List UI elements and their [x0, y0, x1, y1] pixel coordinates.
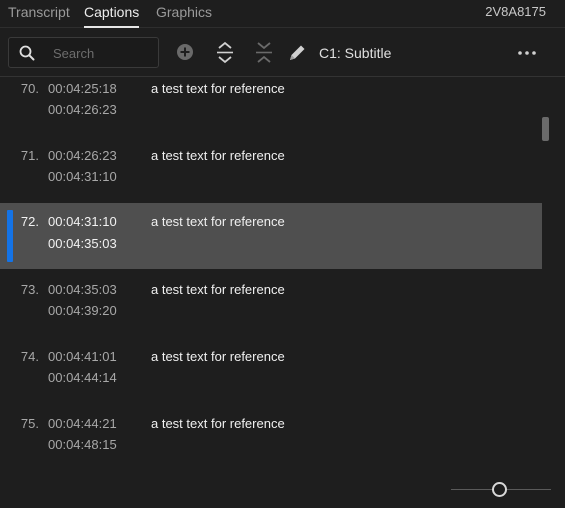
caption-row[interactable]: 74. 00:04:41:01 00:04:44:14 a test text …	[0, 345, 542, 411]
caption-number: 71.	[20, 148, 39, 163]
add-icon	[177, 44, 193, 60]
caption-row-selected[interactable]: 72. 00:04:31:10 00:04:35:03 a test text …	[0, 203, 542, 269]
zoom-slider[interactable]	[451, 482, 551, 498]
collapse-all-button[interactable]	[253, 41, 275, 65]
caption-row[interactable]: 75. 00:04:44:21 00:04:48:15 a test text …	[0, 412, 542, 469]
caption-text[interactable]: a test text for reference	[151, 282, 285, 297]
caption-track-label[interactable]: C1: Subtitle	[319, 45, 391, 61]
more-options-button[interactable]	[516, 41, 538, 65]
caption-row[interactable]: 70. 00:04:25:18 00:04:26:23 a test text …	[0, 77, 542, 143]
captions-toolbar: C1: Subtitle	[0, 29, 565, 77]
caption-text[interactable]: a test text for reference	[151, 416, 285, 431]
caption-text[interactable]: a test text for reference	[151, 148, 285, 163]
caption-in-time[interactable]: 00:04:31:10	[48, 214, 117, 229]
caption-row[interactable]: 73. 00:04:35:03 00:04:39:20 a test text …	[0, 278, 542, 344]
caption-in-time[interactable]: 00:04:26:23	[48, 148, 117, 163]
caption-text[interactable]: a test text for reference	[151, 214, 285, 229]
caption-number: 74.	[20, 349, 39, 364]
pencil-icon	[290, 45, 305, 60]
edit-caption-button[interactable]	[286, 41, 308, 65]
caption-number: 70.	[20, 81, 39, 96]
caption-number: 75.	[20, 416, 39, 431]
panel-tabs: Transcript Captions Graphics 2V8A8175	[0, 0, 565, 28]
selection-indicator	[7, 210, 13, 262]
zoom-slider-handle[interactable]	[492, 482, 507, 497]
search-box[interactable]	[8, 37, 159, 68]
more-icon	[518, 51, 536, 55]
expand-icon	[217, 41, 233, 64]
caption-in-time[interactable]: 00:04:35:03	[48, 282, 117, 297]
caption-text[interactable]: a test text for reference	[151, 81, 285, 96]
caption-row[interactable]: 71. 00:04:26:23 00:04:31:10 a test text …	[0, 144, 542, 210]
caption-list: 70. 00:04:25:18 00:04:26:23 a test text …	[0, 77, 542, 469]
sequence-name: 2V8A8175	[485, 4, 546, 19]
tab-captions[interactable]: Captions	[84, 4, 140, 28]
caption-out-time[interactable]: 00:04:44:14	[48, 370, 117, 385]
caption-text[interactable]: a test text for reference	[151, 349, 285, 364]
caption-in-time[interactable]: 00:04:41:01	[48, 349, 117, 364]
caption-number: 72.	[20, 214, 39, 229]
caption-out-time[interactable]: 00:04:31:10	[48, 169, 117, 184]
tab-transcript[interactable]: Transcript	[8, 4, 70, 20]
search-input[interactable]	[53, 43, 153, 63]
scrollbar-thumb[interactable]	[542, 117, 549, 141]
caption-out-time[interactable]: 00:04:48:15	[48, 437, 117, 452]
caption-in-time[interactable]: 00:04:25:18	[48, 81, 117, 96]
search-icon	[19, 45, 35, 61]
caption-out-time[interactable]: 00:04:35:03	[48, 236, 117, 251]
caption-out-time[interactable]: 00:04:39:20	[48, 303, 117, 318]
collapse-icon	[256, 42, 272, 63]
tab-graphics[interactable]: Graphics	[156, 4, 212, 20]
expand-all-button[interactable]	[214, 41, 236, 65]
caption-number: 73.	[20, 282, 39, 297]
vertical-scrollbar[interactable]	[542, 77, 552, 469]
add-caption-button[interactable]	[174, 41, 196, 65]
caption-in-time[interactable]: 00:04:44:21	[48, 416, 117, 431]
caption-out-time[interactable]: 00:04:26:23	[48, 102, 117, 117]
